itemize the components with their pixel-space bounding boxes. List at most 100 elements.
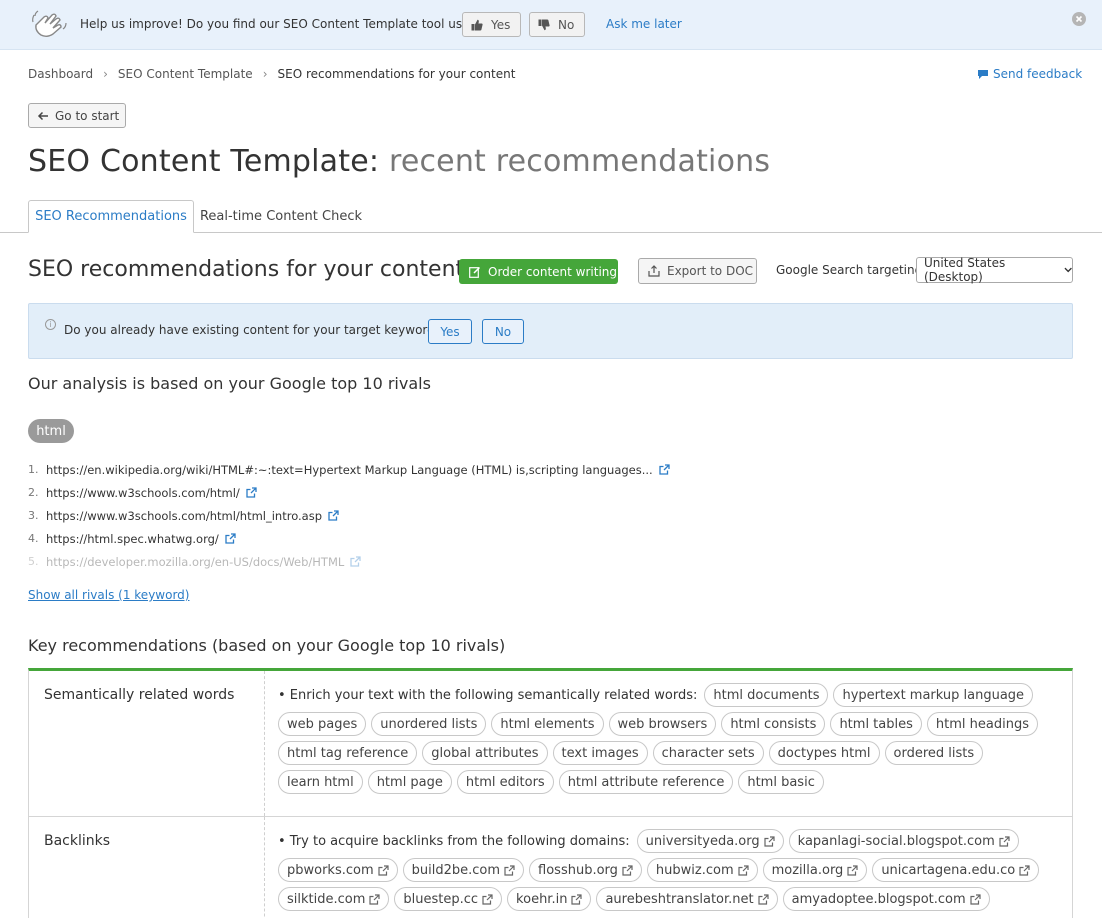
external-link-icon[interactable] <box>350 556 361 567</box>
rival-url[interactable]: https://www.w3schools.com/html/html_intr… <box>46 509 322 523</box>
semantic-word-chip[interactable]: html tag reference <box>278 741 418 765</box>
semantic-word-chip[interactable]: html tables <box>830 712 922 736</box>
backlink-domain-chip[interactable]: pbworks.com <box>278 858 398 882</box>
list-item: 2. https://www.w3schools.com/html/ <box>28 481 728 504</box>
export-to-doc-label: Export to DOC <box>667 264 754 278</box>
backlink-domain-chip[interactable]: flosshub.org <box>529 858 642 882</box>
column-divider <box>264 817 265 918</box>
semantic-word-chip[interactable]: web browsers <box>608 712 717 736</box>
semantic-word-chip[interactable]: text images <box>552 741 648 765</box>
semantic-word-chip[interactable]: html page <box>367 770 452 794</box>
semantic-word-chip[interactable]: global attributes <box>422 741 548 765</box>
backlinks-label: Backlinks <box>44 833 111 849</box>
semantic-word-chip[interactable]: html attribute reference <box>558 770 734 794</box>
ask-me-later-link[interactable]: Ask me later <box>606 17 682 31</box>
section-title: SEO recommendations for your content <box>28 257 465 282</box>
chevron-down-icon <box>1064 267 1072 273</box>
external-link-icon <box>504 864 515 876</box>
existing-content-prompt: i Do you already have existing content f… <box>28 303 1073 359</box>
semantic-word-chip[interactable]: learn html <box>278 770 363 794</box>
list-item: 5. https://developer.mozilla.org/en-US/d… <box>28 550 728 573</box>
backlink-domain-chip[interactable]: amyadoptee.blogspot.com <box>782 887 990 911</box>
semantic-word-chip[interactable]: hypertext markup language <box>833 683 1034 707</box>
semantic-word-chip[interactable]: html basic <box>738 770 824 794</box>
go-to-start-button[interactable]: Go to start <box>28 103 126 128</box>
semantic-word-chip[interactable]: html headings <box>926 712 1038 736</box>
external-link-icon <box>482 893 493 905</box>
go-to-start-label: Go to start <box>55 108 120 123</box>
external-link-icon <box>764 835 775 847</box>
export-to-doc-button[interactable]: Export to DOC <box>638 258 757 284</box>
external-link-icon[interactable] <box>225 533 236 544</box>
table-row: Backlinks • Try to acquire backlinks fro… <box>29 817 1072 918</box>
external-link-icon <box>847 864 858 876</box>
page-title-sub: recent recommendations <box>388 144 771 179</box>
backlink-domain-chip[interactable]: universityeda.org <box>636 829 784 853</box>
rival-url[interactable]: https://html.spec.whatwg.org/ <box>46 532 219 546</box>
backlink-domain-label: silktide.com <box>287 891 366 907</box>
external-link-icon[interactable] <box>246 487 257 498</box>
thumbs-down-icon <box>538 19 550 30</box>
send-feedback-link[interactable]: Send feedback <box>977 67 1082 81</box>
backlink-domain-label: bluestep.cc <box>403 891 479 907</box>
rivals-list: 1. https://en.wikipedia.org/wiki/HTML#:~… <box>28 458 728 573</box>
external-link-icon <box>999 835 1010 847</box>
chevron-right-icon: › <box>262 67 268 81</box>
backlink-domain-chip[interactable]: kapanlagi-social.blogspot.com <box>788 829 1019 853</box>
semantic-word-chip[interactable]: character sets <box>652 741 764 765</box>
backlink-domain-chip[interactable]: silktide.com <box>278 887 390 911</box>
semantic-word-chip[interactable]: ordered lists <box>884 741 984 765</box>
breadcrumb-dashboard[interactable]: Dashboard <box>28 67 93 81</box>
semantic-word-chip[interactable]: html documents <box>704 683 829 707</box>
existing-content-yes-button[interactable]: Yes <box>428 319 472 344</box>
external-link-icon <box>622 864 633 876</box>
key-recommendations-title: Key recommendations (based on your Googl… <box>28 636 506 655</box>
show-all-rivals-link[interactable]: Show all rivals (1 keyword) <box>28 588 189 602</box>
semantic-word-chip[interactable]: web pages <box>278 712 367 736</box>
backlinks-lead: • Try to acquire backlinks from the foll… <box>278 833 630 849</box>
tab-real-time-content-check[interactable]: Real-time Content Check <box>196 200 366 233</box>
backlinks-content: • Try to acquire backlinks from the foll… <box>278 829 1058 911</box>
targeting-select[interactable]: United States (Desktop) <box>916 256 1073 284</box>
rival-url[interactable]: https://www.w3schools.com/html/ <box>46 486 240 500</box>
external-link-icon <box>378 864 389 876</box>
banner-yes-button[interactable]: Yes <box>462 12 521 37</box>
external-link-icon[interactable] <box>328 510 339 521</box>
external-link-icon <box>970 893 981 905</box>
order-content-writing-button[interactable]: Order content writing <box>459 259 618 284</box>
backlink-domain-label: pbworks.com <box>287 862 374 878</box>
semantic-word-chip[interactable]: html consists <box>721 712 826 736</box>
semantic-words-label: Semantically related words <box>44 687 235 703</box>
backlink-domain-chip[interactable]: unicartagena.edu.co <box>872 858 1040 882</box>
breadcrumb-current: SEO recommendations for your content <box>277 67 516 81</box>
backlink-domain-chip[interactable]: aurebeshtranslator.net <box>596 887 778 911</box>
breadcrumb-seo-content-template[interactable]: SEO Content Template <box>118 67 253 81</box>
existing-content-no-button[interactable]: No <box>482 319 524 344</box>
close-banner-button[interactable] <box>1072 12 1086 26</box>
semantic-word-chip[interactable]: html elements <box>491 712 604 736</box>
targeting-label: Google Search targeting: <box>776 263 927 277</box>
backlink-domain-label: aurebeshtranslator.net <box>605 891 754 907</box>
tab-seo-recommendations[interactable]: SEO Recommendations <box>28 200 194 233</box>
rival-url[interactable]: https://developer.mozilla.org/en-US/docs… <box>46 555 344 569</box>
close-icon <box>1075 15 1083 23</box>
backlink-domain-chip[interactable]: mozilla.org <box>762 858 868 882</box>
arrow-left-icon <box>37 111 48 120</box>
external-link-icon[interactable] <box>659 464 670 475</box>
semantic-word-chip[interactable]: html editors <box>456 770 554 794</box>
backlink-domain-chip[interactable]: koehr.in <box>507 887 592 911</box>
list-item: 1. https://en.wikipedia.org/wiki/HTML#:~… <box>28 458 728 481</box>
backlink-domain-chip[interactable]: bluestep.cc <box>394 887 503 911</box>
targeting-value: United States (Desktop) <box>924 256 1006 284</box>
export-icon <box>648 265 660 277</box>
keyword-tag[interactable]: html <box>28 419 74 443</box>
semantic-word-chip[interactable]: unordered lists <box>371 712 487 736</box>
rival-number: 4. <box>28 532 39 545</box>
rival-url[interactable]: https://en.wikipedia.org/wiki/HTML#:~:te… <box>46 463 653 477</box>
semantic-word-chip[interactable]: doctypes html <box>768 741 880 765</box>
backlink-domain-chip[interactable]: build2be.com <box>402 858 525 882</box>
backlink-domain-chip[interactable]: hubwiz.com <box>646 858 758 882</box>
backlink-domain-label: hubwiz.com <box>655 862 734 878</box>
banner-no-button[interactable]: No <box>529 12 585 37</box>
banner-message: Help us improve! Do you find our SEO Con… <box>80 17 492 31</box>
